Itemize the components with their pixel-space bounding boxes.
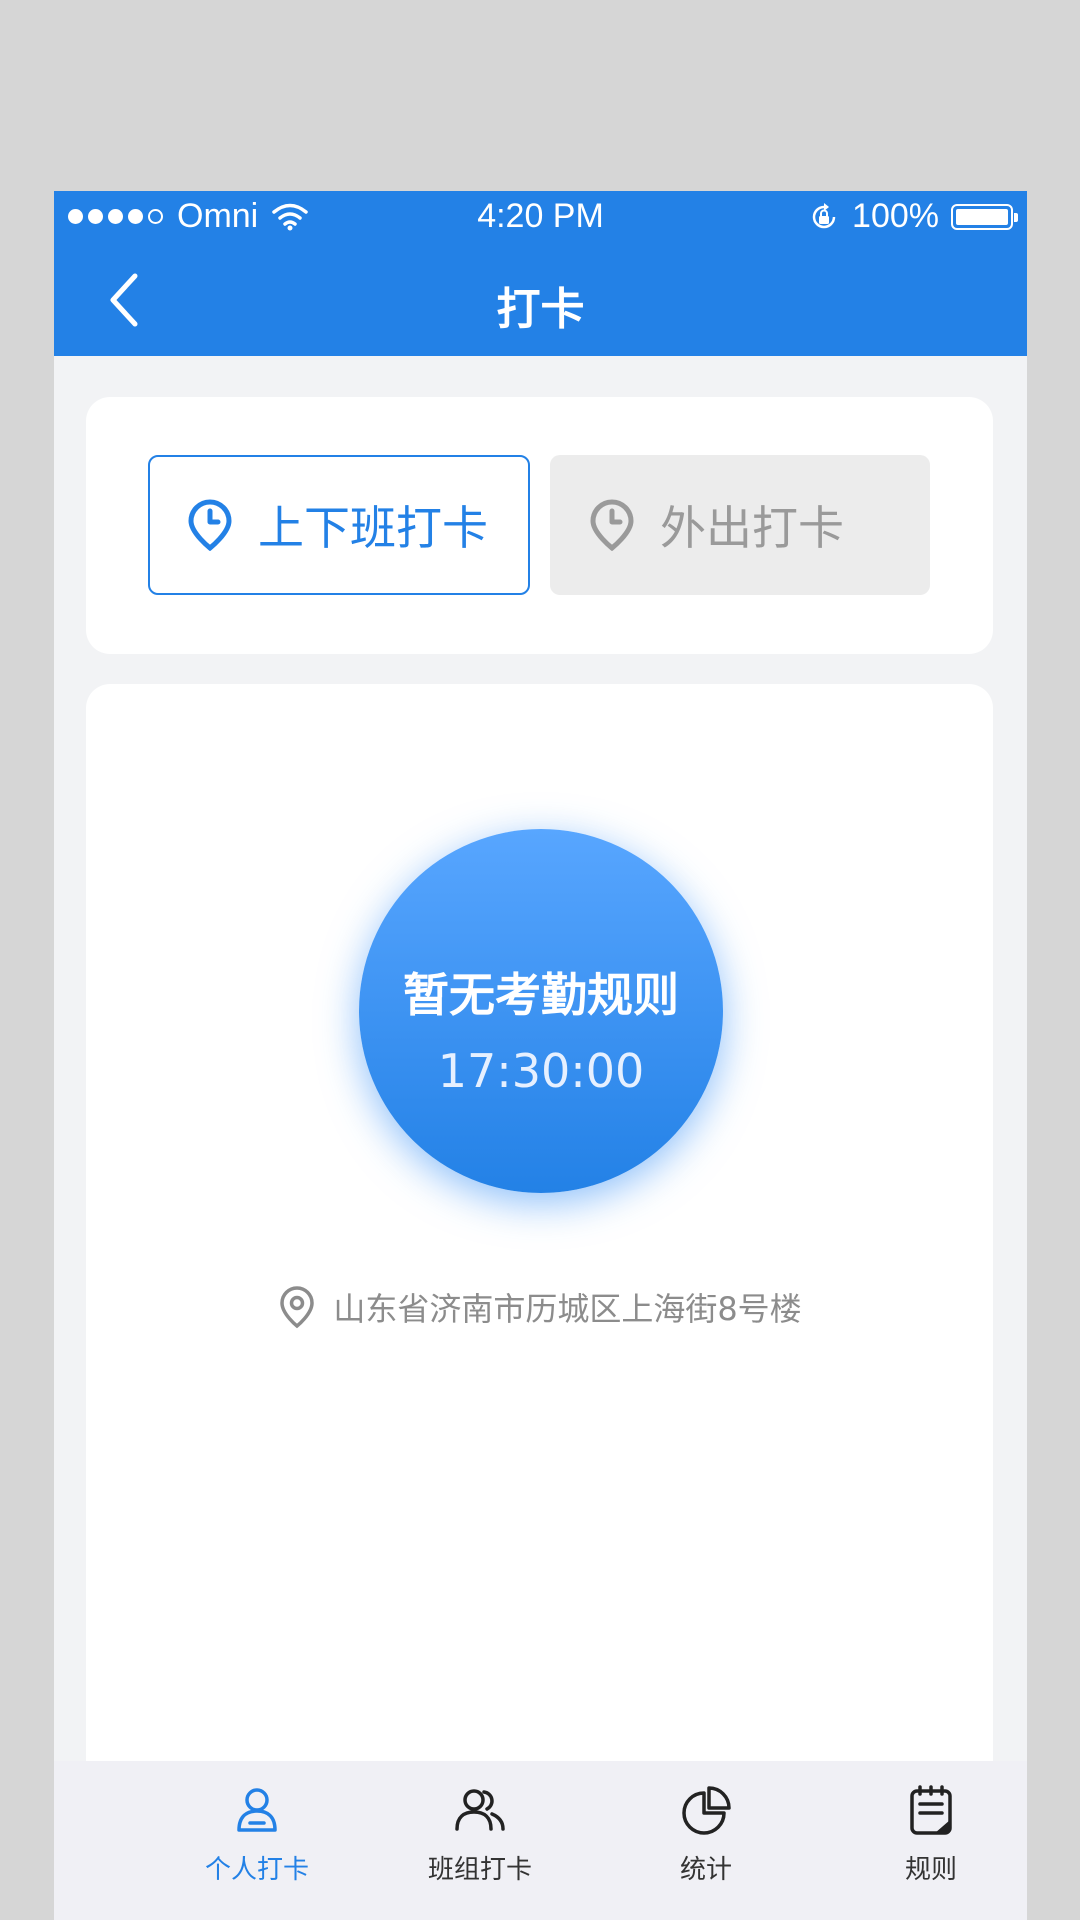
- clock-pin-icon: [188, 499, 232, 551]
- tab-rules[interactable]: 规则: [841, 1783, 1021, 1903]
- clock-card: 暂无考勤规则 17:30:00 山东省济南市历城区上海街8号楼: [86, 684, 993, 1804]
- commute-punch-label: 上下班打卡: [258, 501, 488, 555]
- location-pin-icon: [280, 1286, 315, 1329]
- clock-time: 17:30:00: [437, 1044, 645, 1098]
- rules-icon: [910, 1785, 952, 1835]
- clock-pin-icon: [590, 499, 634, 551]
- tab-personal-punch[interactable]: 个人打卡: [167, 1783, 347, 1903]
- tab-label: 统计: [679, 1855, 732, 1885]
- pie-chart-icon: [682, 1786, 731, 1835]
- top-bar: Omni 4:20 PM 100% 打卡: [54, 191, 1027, 356]
- nav-bar: 打卡: [54, 243, 1027, 356]
- tab-label: 规则: [904, 1855, 957, 1885]
- rotation-lock-icon: [812, 202, 836, 228]
- status-bar: Omni 4:20 PM 100%: [54, 191, 1027, 243]
- phone-screen: Omni 4:20 PM 100% 打卡 上下班打卡 外出打卡 暂无考勤规则 1…: [54, 191, 1027, 1920]
- tab-outing-punch[interactable]: 外出打卡: [550, 455, 930, 595]
- tab-label: 个人打卡: [204, 1855, 309, 1885]
- status-right: 100%: [808, 197, 1018, 236]
- battery-percent: 100%: [852, 197, 939, 235]
- outing-punch-label: 外出打卡: [660, 501, 844, 555]
- bottom-tab-bar: 个人打卡 班组打卡 统计 规则: [54, 1761, 1027, 1920]
- group-icon: [455, 1789, 505, 1831]
- tab-commute-punch[interactable]: 上下班打卡: [148, 455, 530, 595]
- punch-type-card: 上下班打卡 外出打卡: [86, 397, 993, 654]
- tab-team-punch[interactable]: 班组打卡: [390, 1783, 570, 1903]
- battery-icon: [951, 203, 1018, 230]
- punch-clock-button[interactable]: 暂无考勤规则 17:30:00: [359, 829, 723, 1193]
- tab-label: 班组打卡: [427, 1855, 532, 1885]
- attendance-rule-text: 暂无考勤规则: [403, 968, 679, 1022]
- tab-statistics[interactable]: 统计: [616, 1783, 796, 1903]
- location-row: 山东省济南市历城区上海街8号楼: [86, 1284, 993, 1330]
- page-title: 打卡: [496, 284, 585, 335]
- location-address: 山东省济南市历城区上海街8号楼: [333, 1290, 802, 1328]
- person-icon: [237, 1788, 277, 1832]
